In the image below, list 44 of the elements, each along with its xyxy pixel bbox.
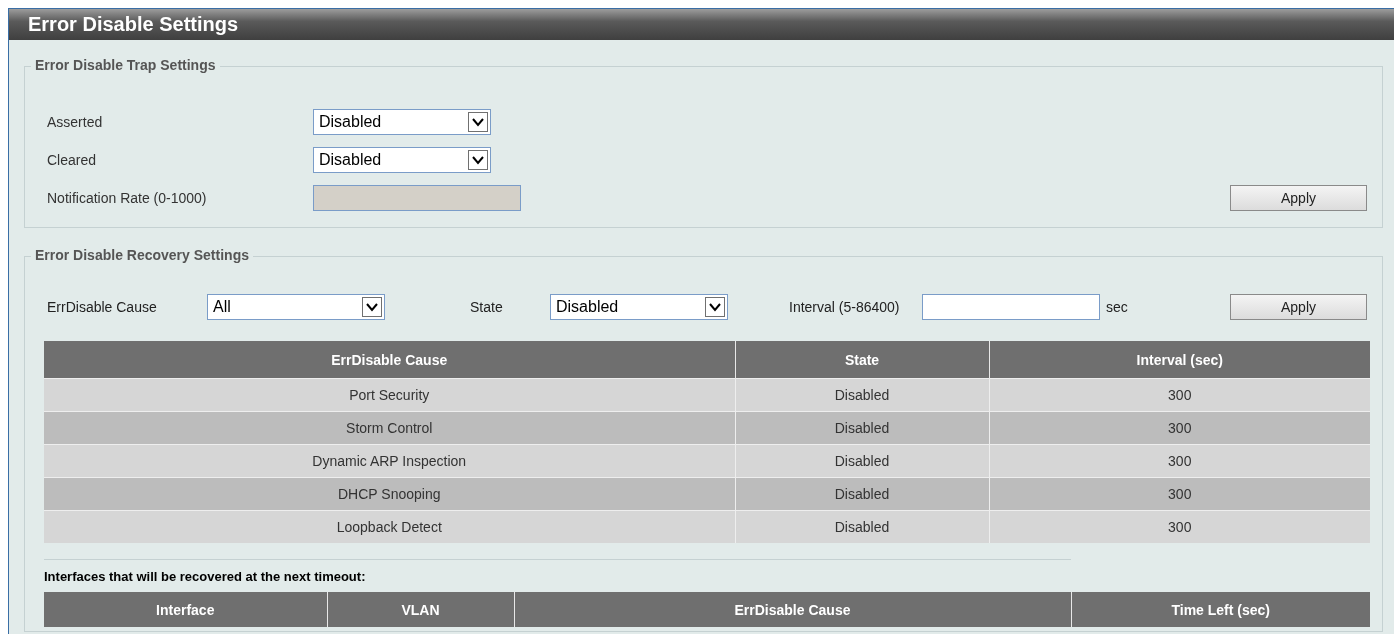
column-header: Interface — [44, 592, 327, 627]
dropdown[interactable]: Disabled — [550, 294, 728, 320]
table-cell: Disabled — [735, 477, 989, 511]
table-cell: Disabled — [735, 510, 989, 543]
field-label: Interval (5-86400) — [789, 299, 901, 315]
table-cell: 300 — [989, 411, 1370, 445]
table-cell: Disabled — [735, 444, 989, 478]
table-cell: Disabled — [735, 378, 989, 412]
apply-button[interactable]: Apply — [1230, 294, 1367, 320]
field-label: State — [470, 299, 504, 315]
column-header: ErrDisable Cause — [514, 592, 1071, 627]
caret-icon — [468, 112, 488, 132]
column-header: ErrDisable Cause — [44, 341, 735, 379]
dropdown[interactable]: All — [207, 294, 385, 320]
group-legend: Error Disable Trap Settings — [31, 57, 220, 73]
table-cell: 300 — [989, 477, 1370, 511]
column-header: VLAN — [327, 592, 514, 627]
field-label: ErrDisable Cause — [47, 299, 158, 315]
table-cell: Dynamic ARP Inspection — [44, 444, 735, 478]
group-legend: Error Disable Recovery Settings — [31, 247, 253, 263]
caret-icon — [705, 297, 725, 317]
table-cell: Loopback Detect — [44, 510, 735, 543]
apply-button[interactable]: Apply — [1230, 185, 1367, 211]
table-cell: Storm Control — [44, 411, 735, 445]
column-header: State — [735, 341, 989, 379]
page-title: Error Disable Settings — [9, 9, 1394, 40]
table-cell: Port Security — [44, 378, 735, 412]
column-header: Time Left (sec) — [1071, 592, 1370, 627]
field-label: Notification Rate (0-1000) — [47, 190, 208, 206]
table-cell: 300 — [989, 378, 1370, 412]
table-cell: 300 — [989, 510, 1370, 543]
unit-label: sec — [1106, 299, 1128, 315]
table-caption: Interfaces that will be recovered at the next timeout: — [44, 569, 367, 584]
field-label: Cleared — [47, 152, 98, 168]
dropdown[interactable]: Disabled — [313, 109, 491, 135]
table-cell: DHCP Snooping — [44, 477, 735, 511]
field-label: Asserted — [47, 114, 104, 130]
caret-icon — [362, 297, 382, 317]
table-cell: Disabled — [735, 411, 989, 445]
caret-icon — [468, 150, 488, 170]
dropdown[interactable]: Disabled — [313, 147, 491, 173]
input-field[interactable] — [922, 294, 1100, 320]
table-cell: 300 — [989, 444, 1370, 478]
column-header: Interval (sec) — [989, 341, 1370, 379]
